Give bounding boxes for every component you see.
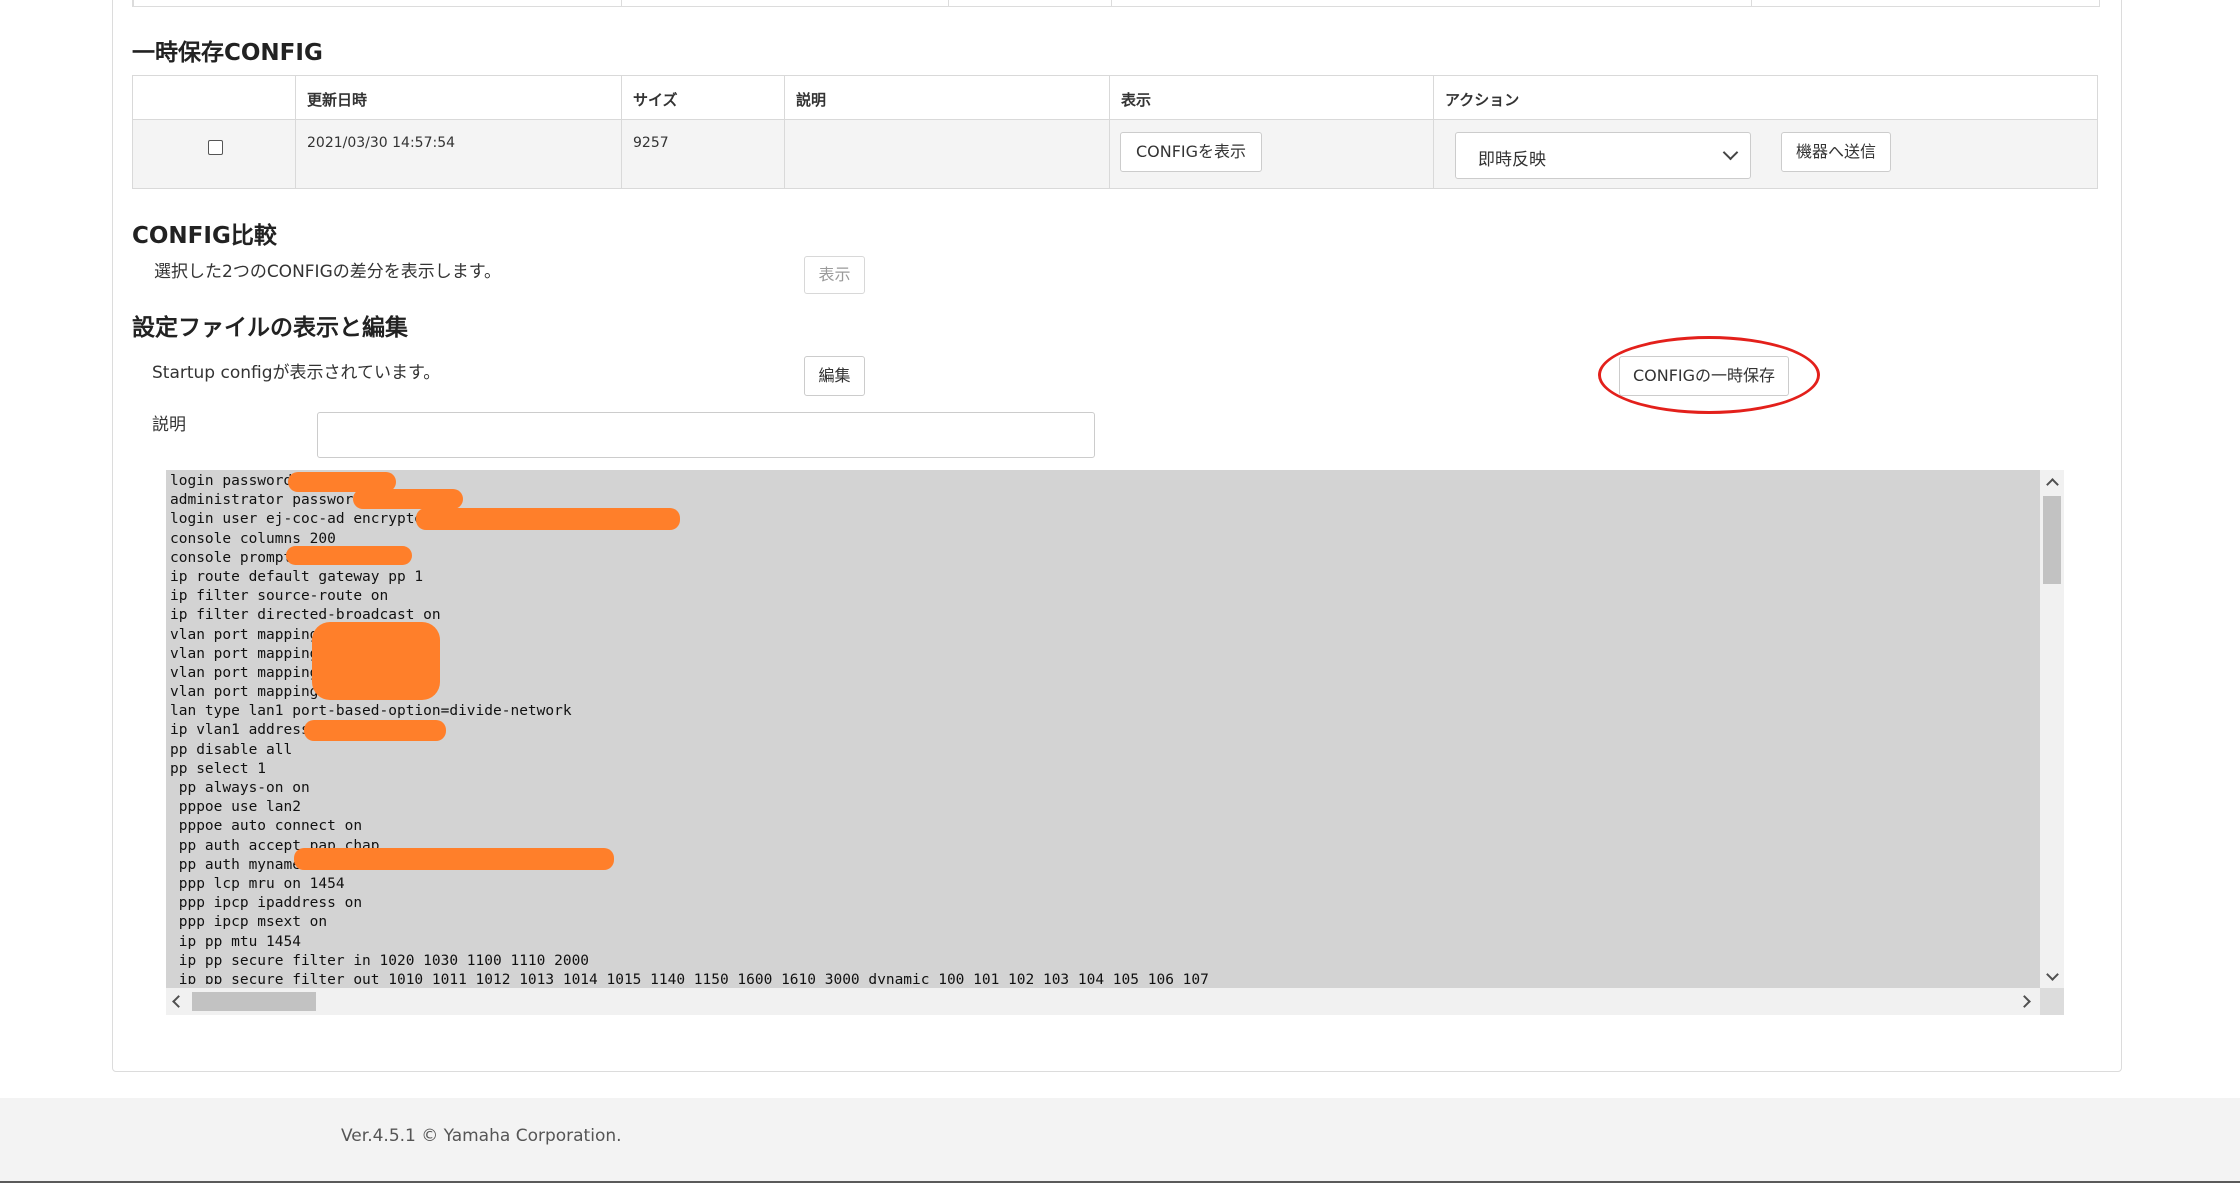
config-line: pp disable all	[170, 741, 293, 758]
arrow-up-icon[interactable]	[2046, 478, 2059, 491]
edit-button[interactable]: 編集	[804, 356, 865, 396]
row-select-checkbox[interactable]	[208, 140, 223, 155]
config-line: pp select 1	[170, 760, 267, 777]
redaction	[286, 546, 412, 565]
config-line: ip vlan1 address	[170, 722, 319, 739]
row-updated: 2021/03/30 14:57:54	[307, 135, 456, 151]
version-text: Ver.4.5.1 © Yamaha Corporation.	[341, 1126, 622, 1146]
redaction	[304, 720, 446, 741]
redaction	[312, 622, 440, 700]
arrow-left-icon[interactable]	[172, 995, 185, 1008]
edit-title: 設定ファイルの表示と編集	[132, 315, 408, 341]
description-input[interactable]	[317, 412, 1095, 458]
config-line: ip pp mtu 1454	[170, 933, 301, 950]
config-line: ppp lcp mru on 1454	[170, 875, 345, 892]
config-line: vlan port mapping	[170, 626, 328, 643]
horizontal-scrollbar[interactable]	[166, 988, 2040, 1015]
compare-description: 選択した2つのCONFIGの差分を表示します。	[154, 262, 502, 282]
send-to-device-button[interactable]: 機器へ送信	[1781, 132, 1891, 172]
compare-title: CONFIG比較	[132, 223, 277, 249]
config-line: vlan port mapping	[170, 645, 328, 662]
scrollbar-corner	[2040, 988, 2064, 1015]
config-line: ip filter directed-broadcast on	[170, 607, 441, 624]
compare-show-button[interactable]: 表示	[804, 256, 865, 294]
table-header: 更新日時 サイズ 説明 表示 アクション	[133, 76, 2097, 120]
previous-table-bottom	[132, 0, 2100, 7]
config-text[interactable]: login password administrator password lo…	[170, 472, 2030, 984]
description-label: 説明	[152, 415, 186, 435]
vertical-scroll-thumb[interactable]	[2043, 496, 2061, 584]
arrow-right-icon[interactable]	[2018, 995, 2031, 1008]
col-description: 説明	[796, 91, 827, 109]
redaction	[353, 489, 463, 509]
config-status: Startup configが表示されています。	[152, 363, 441, 383]
config-line: lan type lan1 port-based-option=divide-n…	[170, 703, 572, 720]
config-line: console columns 200	[170, 530, 336, 547]
config-line: vlan port mapping	[170, 684, 328, 701]
col-display: 表示	[1121, 91, 1152, 109]
config-line: pppoe auto connect on	[170, 818, 363, 835]
footer: Ver.4.5.1 © Yamaha Corporation.	[0, 1098, 2240, 1183]
config-line: console prompt	[170, 549, 301, 566]
arrow-down-icon[interactable]	[2046, 968, 2059, 981]
config-line: ip filter source-route on	[170, 588, 389, 605]
highlight-annotation	[1598, 336, 1820, 414]
action-select[interactable]: 即時反映	[1455, 132, 1751, 179]
row-size: 9257	[633, 135, 669, 151]
vertical-scrollbar[interactable]	[2040, 470, 2064, 988]
redaction	[294, 848, 614, 870]
config-line: ip route default gateway pp 1	[170, 568, 424, 585]
config-line: pp always-on on	[170, 780, 310, 796]
col-updated: 更新日時	[307, 91, 368, 109]
config-textarea[interactable]: login password administrator password lo…	[166, 470, 2064, 1015]
col-action: アクション	[1445, 91, 1520, 109]
config-line: pppoe use lan2	[170, 799, 301, 816]
show-config-button[interactable]: CONFIGを表示	[1120, 132, 1262, 172]
config-line: ppp ipcp msext on	[170, 914, 328, 931]
redaction	[416, 508, 680, 530]
config-line: ip pp secure filter in 1020 1030 1100 11…	[170, 952, 590, 969]
action-select-value: 即時反映	[1478, 150, 1546, 170]
temp-config-title: 一時保存CONFIG	[132, 40, 323, 66]
config-line: ppp ipcp ipaddress on	[170, 895, 363, 912]
config-line: ip pp secure filter out 1010 1011 1012 1…	[170, 971, 1209, 984]
config-line: vlan port mapping	[170, 664, 328, 681]
chevron-down-icon	[1722, 144, 1739, 161]
horizontal-scroll-thumb[interactable]	[192, 992, 316, 1011]
col-size: サイズ	[633, 91, 678, 109]
